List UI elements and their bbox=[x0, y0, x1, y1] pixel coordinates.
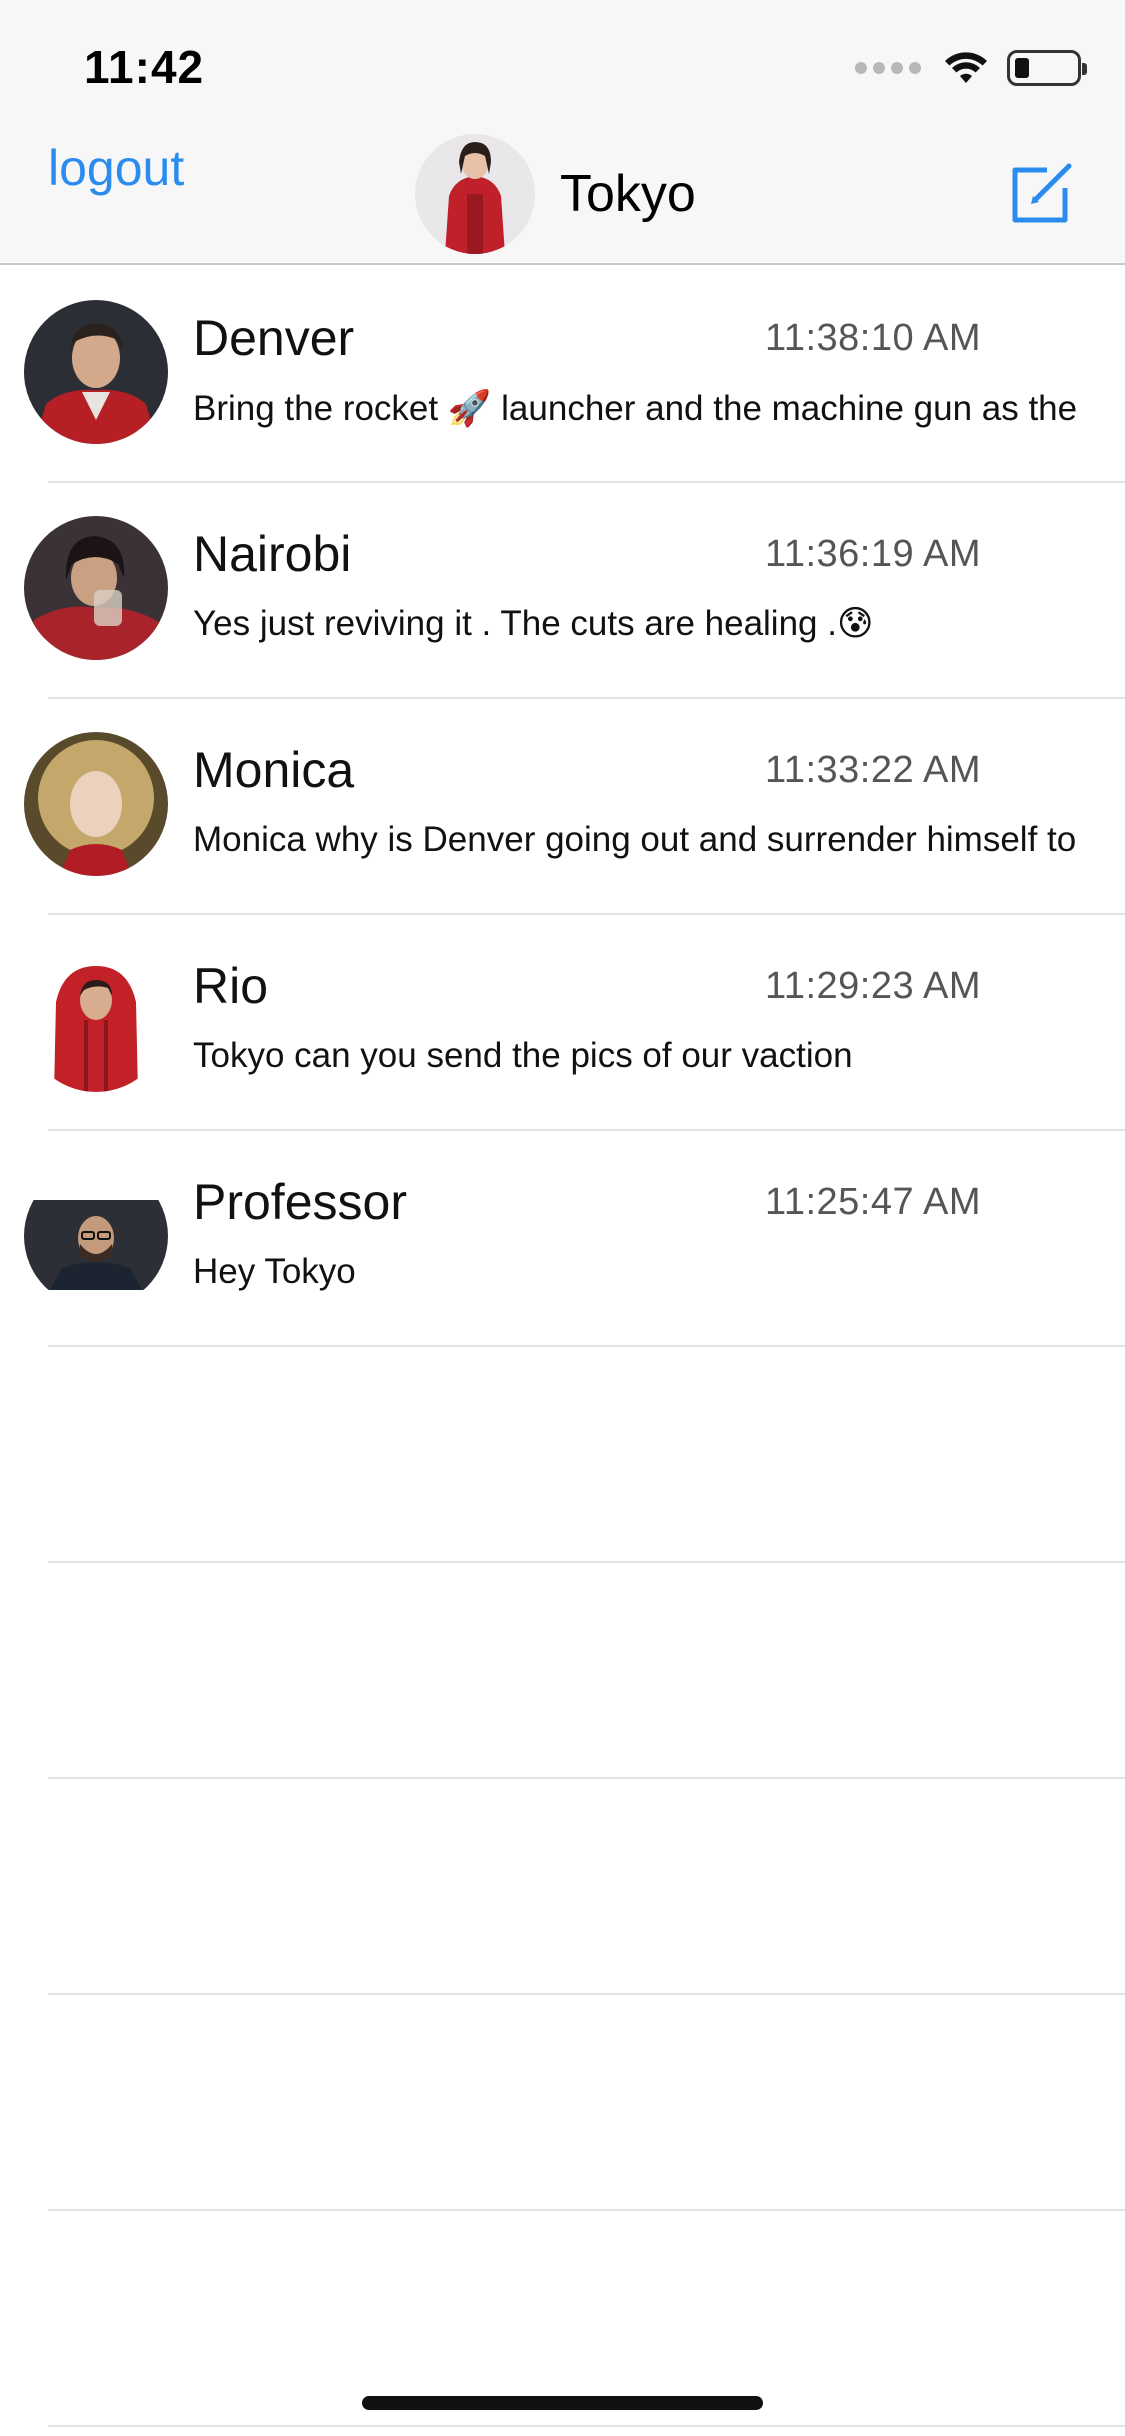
logout-button[interactable]: logout bbox=[48, 139, 184, 197]
message-preview: Monica why is Denver going out and surre… bbox=[193, 820, 1077, 859]
message-time: 11:29:23 AM bbox=[765, 965, 982, 1007]
message-preview: Bring the rocket 🚀 launcher and the mach… bbox=[193, 389, 1078, 428]
conversation-row-nairobi[interactable]: Nairobi 11:36:19 AM Yes just reviving it… bbox=[0, 483, 1125, 699]
wifi-icon bbox=[945, 52, 987, 83]
status-icons bbox=[855, 48, 1087, 88]
message-time: 11:36:19 AM bbox=[765, 533, 982, 575]
conversation-list: Denver 11:38:10 AM Bring the rocket 🚀 la… bbox=[0, 267, 1125, 2427]
empty-row bbox=[0, 2211, 1125, 2427]
chat-list-screen: 11:42 logout Tokyo Denver 11:38:10 AM Br… bbox=[0, 0, 1125, 2436]
home-indicator[interactable] bbox=[362, 2396, 763, 2410]
contact-name: Monica bbox=[193, 742, 355, 798]
compose-icon[interactable] bbox=[1007, 160, 1075, 228]
conversation-row-professor[interactable]: Professor 11:25:47 AM Hey Tokyo bbox=[0, 1131, 1125, 1347]
message-time: 11:25:47 AM bbox=[765, 1181, 982, 1223]
empty-row bbox=[0, 1563, 1125, 1779]
avatar-nairobi bbox=[24, 516, 168, 660]
avatar-rio bbox=[24, 948, 168, 1092]
conversation-row-monica[interactable]: Monica 11:33:22 AM Monica why is Denver … bbox=[0, 699, 1125, 915]
nav-title: Tokyo bbox=[560, 165, 696, 223]
message-preview: Tokyo can you send the pics of our vacti… bbox=[193, 1036, 853, 1075]
empty-row bbox=[0, 1779, 1125, 1995]
status-time: 11:42 bbox=[84, 41, 205, 93]
contact-name: Nairobi bbox=[193, 526, 352, 582]
current-user[interactable]: Tokyo bbox=[415, 133, 696, 255]
contact-name: Rio bbox=[193, 958, 269, 1014]
avatar-professor bbox=[24, 1164, 168, 1308]
empty-row bbox=[0, 1995, 1125, 2211]
message-preview: Hey Tokyo bbox=[193, 1252, 356, 1291]
message-time: 11:33:22 AM bbox=[765, 749, 982, 791]
conversation-row-denver[interactable]: Denver 11:38:10 AM Bring the rocket 🚀 la… bbox=[0, 267, 1125, 483]
contact-name: Professor bbox=[193, 1174, 407, 1230]
current-user-avatar[interactable] bbox=[415, 134, 535, 254]
message-time: 11:38:10 AM bbox=[765, 317, 982, 359]
signal-icon bbox=[855, 62, 921, 74]
contact-name: Denver bbox=[193, 310, 355, 366]
message-preview: Yes just reviving it . The cuts are heal… bbox=[193, 604, 874, 643]
navigation-bar: 11:42 logout Tokyo bbox=[0, 0, 1125, 265]
conversation-row-rio[interactable]: Rio 11:29:23 AM Tokyo can you send the p… bbox=[0, 915, 1125, 1131]
avatar-monica bbox=[24, 732, 168, 876]
empty-row bbox=[0, 1347, 1125, 1563]
avatar-denver bbox=[24, 300, 168, 444]
battery-icon bbox=[1007, 50, 1087, 86]
